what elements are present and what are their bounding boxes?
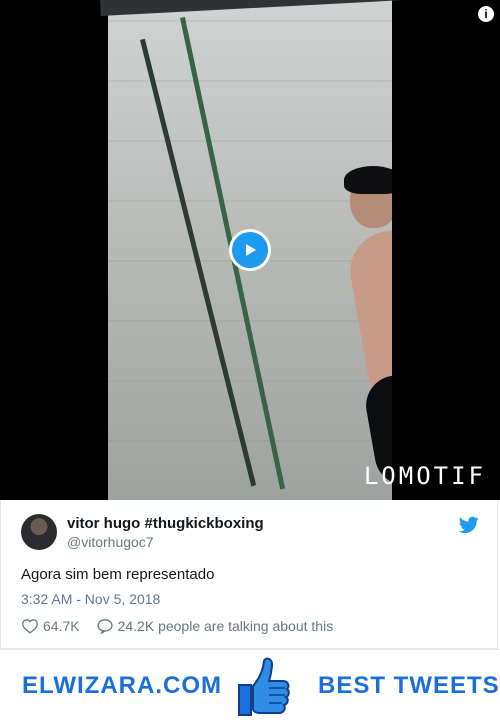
talking-count[interactable]: 24.2K people are talking about this xyxy=(118,618,334,634)
tweet-timestamp[interactable]: 3:32 AM - Nov 5, 2018 xyxy=(21,591,160,607)
info-icon[interactable]: i xyxy=(478,6,494,22)
tweet-text: Agora sim bem representado xyxy=(21,566,215,583)
play-icon xyxy=(246,244,256,256)
lomotif-watermark: LOMOTIF xyxy=(363,462,486,490)
avatar[interactable] xyxy=(21,514,57,550)
twitter-bird-icon[interactable] xyxy=(459,516,479,534)
author-handle[interactable]: @vitorhugoc7 xyxy=(67,534,264,550)
comment-icon[interactable] xyxy=(96,618,114,634)
embedded-tweet-card: LOMOTIF i vitor hugo #thugkickboxing @vi… xyxy=(0,0,500,723)
video-player[interactable]: LOMOTIF i xyxy=(0,0,500,500)
author-name[interactable]: vitor hugo #thugkickboxing xyxy=(67,515,264,532)
site-banner: ELWIZARA.COM BEST TWEETS xyxy=(0,649,500,723)
tweet-header: vitor hugo #thugkickboxing @vitorhugoc7 xyxy=(21,512,479,552)
play-button[interactable] xyxy=(229,229,271,271)
thumbs-up-icon xyxy=(238,657,290,716)
site-name[interactable]: ELWIZARA.COM xyxy=(22,672,222,700)
author-block: vitor hugo #thugkickboxing @vitorhugoc7 xyxy=(67,515,264,550)
tweet: vitor hugo #thugkickboxing @vitorhugoc7 … xyxy=(0,500,498,649)
like-count[interactable]: 64.7K xyxy=(43,618,80,634)
video-subject xyxy=(340,166,392,500)
tweet-stats: 64.7K 24.2K people are talking about thi… xyxy=(21,618,333,634)
heart-icon[interactable] xyxy=(21,618,39,634)
banner-tagline: BEST TWEETS xyxy=(318,672,500,699)
